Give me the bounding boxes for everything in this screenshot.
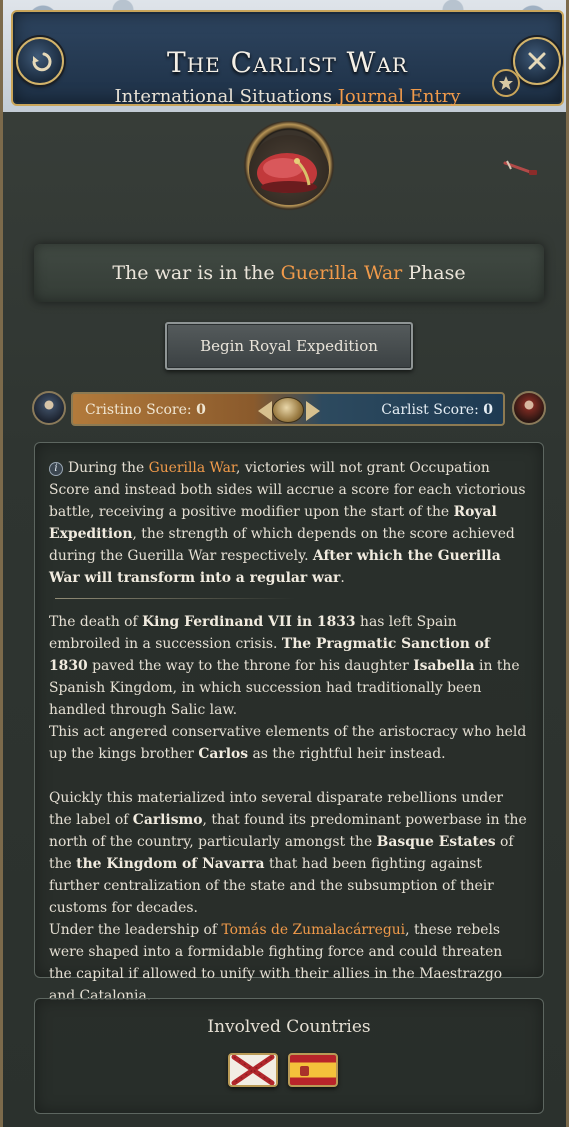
back-button[interactable] (16, 37, 64, 85)
journal-entry-panel: The Carlist War International Situations… (0, 0, 569, 1127)
description-box: i During the Guerilla War, victories will… (34, 442, 544, 1004)
zumalacarregui-link[interactable]: Tomás de Zumalacárregui (221, 922, 405, 938)
phase-name[interactable]: Guerilla War (281, 262, 403, 284)
burgundy-cross-flag[interactable] (228, 1053, 278, 1087)
journal-emblem (232, 121, 346, 219)
page-title: The Carlist War (167, 46, 408, 79)
header: The Carlist War International Situations… (3, 0, 566, 112)
emphasis: Basque Estates (376, 834, 496, 850)
divider (55, 598, 295, 599)
text: During the (68, 460, 149, 476)
header-banner: The Carlist War International Situations… (11, 10, 564, 107)
subtitle-type: Journal Entry (337, 86, 461, 107)
description-intro: i During the Guerilla War, victories will… (49, 457, 529, 589)
text: as the rightful heir instead. (248, 746, 446, 762)
text: paved the way to the throne for his daug… (87, 658, 414, 674)
subtitle-category: International Situations (114, 86, 332, 107)
phase-prefix: The war is in the (112, 262, 275, 284)
text: . (340, 570, 345, 586)
carlist-score-label: Carlist Score: (381, 402, 479, 418)
cristino-score-value: 0 (196, 402, 206, 418)
close-icon (528, 52, 546, 70)
text: The death of (49, 614, 143, 630)
score-bar: Cristino Score: 0 Carlist Score: 0 (71, 392, 505, 426)
phase-suffix: Phase (408, 262, 466, 284)
star-icon (499, 76, 513, 90)
cross-of-burgundy-icon (230, 1055, 276, 1085)
info-icon: i (49, 462, 63, 476)
close-button[interactable] (513, 37, 561, 85)
guerilla-war-link[interactable]: Guerilla War (149, 460, 236, 476)
carlist-score: Carlist Score: 0 (381, 402, 493, 418)
involved-countries: Involved Countries (34, 998, 544, 1114)
coat-of-arms-icon (300, 1066, 309, 1076)
emphasis: Isabella (413, 658, 475, 674)
cristino-leader-portrait[interactable] (32, 391, 66, 425)
description-paragraph: Quickly this materialized into several d… (49, 787, 529, 919)
score-balance-knob (272, 397, 304, 423)
spain-flag[interactable] (288, 1053, 338, 1087)
text: Under the leadership of (49, 922, 222, 938)
emphasis: King Ferdinand VII in 1833 (142, 614, 356, 630)
favorite-button[interactable] (492, 69, 520, 97)
phase-status: The war is in the Guerilla War Phase (34, 244, 544, 302)
carlist-leader-portrait[interactable] (512, 391, 546, 425)
chevron-left-icon (258, 401, 272, 421)
cristino-score-label: Cristino Score: (85, 402, 192, 418)
description-paragraph: The death of King Ferdinand VII in 1833 … (49, 611, 529, 721)
page-subtitle: International Situations Journal Entry (13, 86, 562, 107)
cristino-score: Cristino Score: 0 (85, 402, 206, 418)
emphasis: the Kingdom of Navarra (76, 856, 265, 872)
emphasis: Carlos (198, 746, 249, 762)
begin-royal-expedition-button[interactable]: Begin Royal Expedition (165, 322, 413, 370)
description-paragraph: This act angered conservative elements o… (49, 721, 529, 765)
carlist-score-value: 0 (483, 402, 493, 418)
emblem-frame (249, 135, 329, 205)
chevron-right-icon (306, 401, 320, 421)
involved-countries-title: Involved Countries (207, 1017, 371, 1037)
emphasis: Carlismo (132, 812, 203, 828)
back-arrow-icon (32, 52, 52, 72)
musket-icon (503, 160, 537, 175)
red-beret-icon (257, 153, 317, 193)
description-paragraph: Under the leadership of Tomás de Zumalac… (49, 919, 529, 1007)
